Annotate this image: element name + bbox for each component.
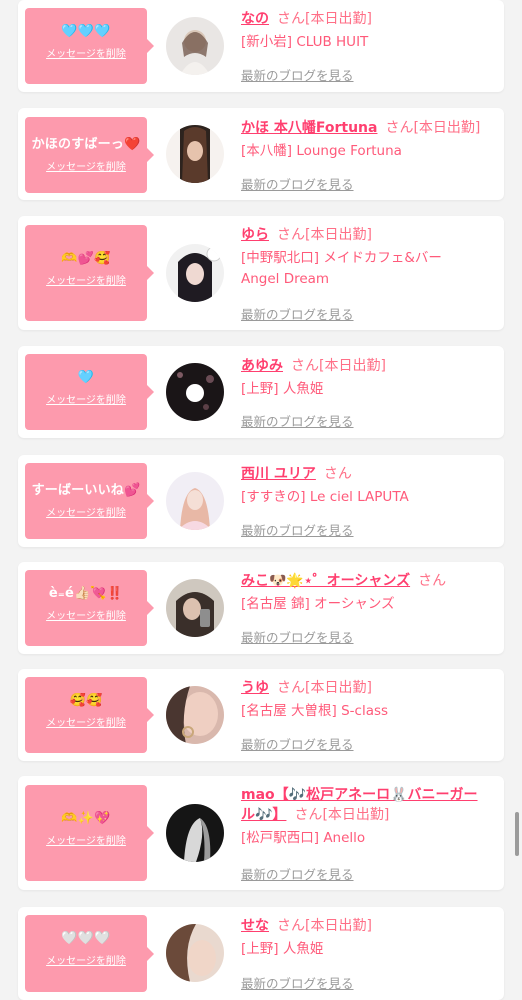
delete-message-link[interactable]: メッセージを削除 [25, 952, 147, 967]
avatar[interactable] [166, 17, 224, 75]
cast-info: うゆ さん[本日出勤] [名古屋 大曽根] S-class [241, 678, 496, 722]
shop-name: [上野] 人魚姫 [241, 381, 324, 397]
message-box: 🤍🤍🤍 メッセージを削除 [25, 915, 154, 992]
message-box: 🥰🥰 メッセージを削除 [25, 677, 154, 753]
latest-blog-link[interactable]: 最新のブログを見る [241, 627, 354, 646]
list-item: すーばーいいね💕 メッセージを削除 西川 ユリア さん [すすきの] Le cie… [18, 455, 504, 547]
status-label: [本日出勤] [305, 227, 372, 243]
cast-name-link[interactable]: あゆみ [241, 358, 283, 374]
delete-message-link[interactable]: メッセージを削除 [25, 45, 147, 60]
list-item: 🫶✨💖 メッセージを削除 mao【🎶松戸アネーロ🐰バニーガール🎶】 さん[本日出勤… [18, 776, 504, 890]
cast-name-link[interactable]: なの [241, 11, 269, 27]
honorific: さん [291, 358, 319, 374]
latest-blog-link[interactable]: 最新のブログを見る [241, 973, 354, 992]
cast-name-link[interactable]: かほ 本八幡Fortuna [241, 120, 377, 136]
message-text: è₌é👍🏻💘‼️ [48, 586, 124, 601]
scrollbar[interactable] [515, 812, 519, 856]
avatar[interactable] [166, 244, 224, 302]
message-text: かほのすばーっ❤️ [31, 137, 141, 152]
avatar[interactable] [166, 686, 224, 744]
list-item: 🤍🤍🤍 メッセージを削除 せな さん[本日出勤] [上野] 人魚姫 最新のブログを… [18, 907, 504, 1000]
delete-message-link[interactable]: メッセージを削除 [25, 714, 147, 729]
status-label: [本日出勤] [322, 807, 390, 823]
latest-blog-link[interactable]: 最新のブログを見る [241, 174, 354, 193]
message-box: 🩵🩵🩵 メッセージを削除 [25, 8, 154, 84]
shop-name: [中野駅北口] メイドカフェ&バー [241, 250, 442, 266]
latest-blog-link[interactable]: 最新のブログを見る [241, 734, 354, 753]
message-box: 🫶✨💖 メッセージを削除 [25, 785, 154, 881]
honorific: さん [277, 918, 305, 934]
cast-info: なの さん[本日出勤] [新小岩] CLUB HUIT [241, 9, 496, 53]
avatar[interactable] [166, 804, 224, 862]
cast-info: みこ🐶🌟⋆゜オーシャンズ さん [名古屋 錦] オーシャンズ [241, 571, 496, 615]
delete-message-link[interactable]: メッセージを削除 [25, 607, 147, 622]
honorific: さん [277, 227, 305, 243]
latest-blog-link[interactable]: 最新のブログを見る [241, 411, 354, 430]
avatar[interactable] [166, 472, 224, 530]
latest-blog-link[interactable]: 最新のブログを見る [241, 304, 354, 323]
status-label: [本日出勤] [413, 120, 481, 136]
latest-blog-link[interactable]: 最新のブログを見る [241, 520, 354, 539]
shop-name: [本八幡] Lounge Fortuna [241, 143, 402, 159]
list-item: 🫶💕🥰 メッセージを削除 ゆら さん[本日出勤] [中野駅北口] メイドカフェ&バ… [18, 216, 504, 330]
honorific: さん [277, 11, 305, 27]
avatar[interactable] [166, 363, 224, 421]
cast-name-link[interactable]: せな [241, 918, 269, 934]
cast-info: 西川 ユリア さん [すすきの] Le ciel LAPUTA [241, 464, 496, 508]
delete-message-link[interactable]: メッセージを削除 [25, 391, 147, 406]
cast-info: ゆら さん[本日出勤] [中野駅北口] メイドカフェ&バー Angel Dream [241, 225, 496, 290]
latest-blog-link[interactable]: 最新のブログを見る [241, 65, 354, 84]
cast-info: あゆみ さん[本日出勤] [上野] 人魚姫 [241, 356, 496, 400]
shop-name-continued: Angel Dream [241, 271, 330, 287]
message-text: 🤍🤍🤍 [61, 931, 111, 946]
cast-info: かほ 本八幡Fortuna さん[本日出勤] [本八幡] Lounge Fortu… [241, 118, 496, 162]
cast-name-link[interactable]: みこ🐶🌟⋆゜オーシャンズ [241, 573, 410, 589]
status-label: [本日出勤] [305, 918, 372, 934]
honorific: さん [277, 680, 305, 696]
message-box: è₌é👍🏻💘‼️ メッセージを削除 [25, 570, 154, 646]
honorific: さん [385, 120, 414, 136]
cast-info: mao【🎶松戸アネーロ🐰バニーガール🎶】 さん[本日出勤] [松戸駅西口] Ane… [241, 785, 496, 849]
message-text: 🩵 [77, 370, 95, 385]
cast-name-link[interactable]: うゆ [241, 680, 269, 696]
shop-name: [上野] 人魚姫 [241, 941, 324, 957]
message-box: 🩵 メッセージを削除 [25, 354, 154, 430]
message-text: 🩵🩵🩵 [61, 24, 111, 39]
list-item: 🩵🩵🩵 メッセージを削除 なの さん[本日出勤] [新小岩] CLUB HUIT … [18, 0, 504, 92]
message-text: すーばーいいね💕 [31, 483, 141, 498]
latest-blog-link[interactable]: 最新のブログを見る [241, 864, 354, 883]
cast-info: せな さん[本日出勤] [上野] 人魚姫 [241, 916, 496, 960]
delete-message-link[interactable]: メッセージを削除 [25, 158, 147, 173]
status-label: [本日出勤] [319, 358, 386, 374]
message-text: 🥰🥰 [69, 693, 103, 708]
list-item: 🥰🥰 メッセージを削除 うゆ さん[本日出勤] [名古屋 大曽根] S-class… [18, 669, 504, 761]
shop-name: [新小岩] CLUB HUIT [241, 34, 369, 50]
shop-name: [松戸駅西口] Anello [241, 830, 366, 846]
honorific: さん [418, 573, 447, 589]
status-label: [本日出勤] [305, 680, 372, 696]
shop-name: [すすきの] Le ciel LAPUTA [241, 489, 409, 505]
message-box: かほのすばーっ❤️ メッセージを削除 [25, 117, 154, 193]
avatar[interactable] [166, 924, 224, 982]
list-item: かほのすばーっ❤️ メッセージを削除 かほ 本八幡Fortuna さん[本日出勤]… [18, 108, 504, 200]
delete-message-link[interactable]: メッセージを削除 [25, 272, 147, 287]
avatar[interactable] [166, 125, 224, 183]
shop-name: [名古屋 大曽根] S-class [241, 703, 389, 719]
delete-message-link[interactable]: メッセージを削除 [25, 832, 147, 847]
shop-name: [名古屋 錦] オーシャンズ [241, 596, 395, 612]
status-label: [本日出勤] [305, 11, 372, 27]
list-item: 🩵 メッセージを削除 あゆみ さん[本日出勤] [上野] 人魚姫 最新のブログを見… [18, 346, 504, 438]
cast-name-link[interactable]: ゆら [241, 227, 269, 243]
delete-message-link[interactable]: メッセージを削除 [25, 504, 147, 519]
message-box: すーばーいいね💕 メッセージを削除 [25, 463, 154, 539]
honorific: さん [323, 466, 352, 482]
avatar[interactable] [166, 579, 224, 637]
cast-name-link[interactable]: 西川 ユリア [241, 466, 316, 482]
list-item: è₌é👍🏻💘‼️ メッセージを削除 みこ🐶🌟⋆゜オーシャンズ さん [名古屋 錦]… [18, 562, 504, 654]
honorific: さん [294, 807, 323, 823]
message-box: 🫶💕🥰 メッセージを削除 [25, 225, 154, 321]
message-text: 🫶💕🥰 [61, 251, 111, 266]
message-text: 🫶✨💖 [61, 811, 111, 826]
